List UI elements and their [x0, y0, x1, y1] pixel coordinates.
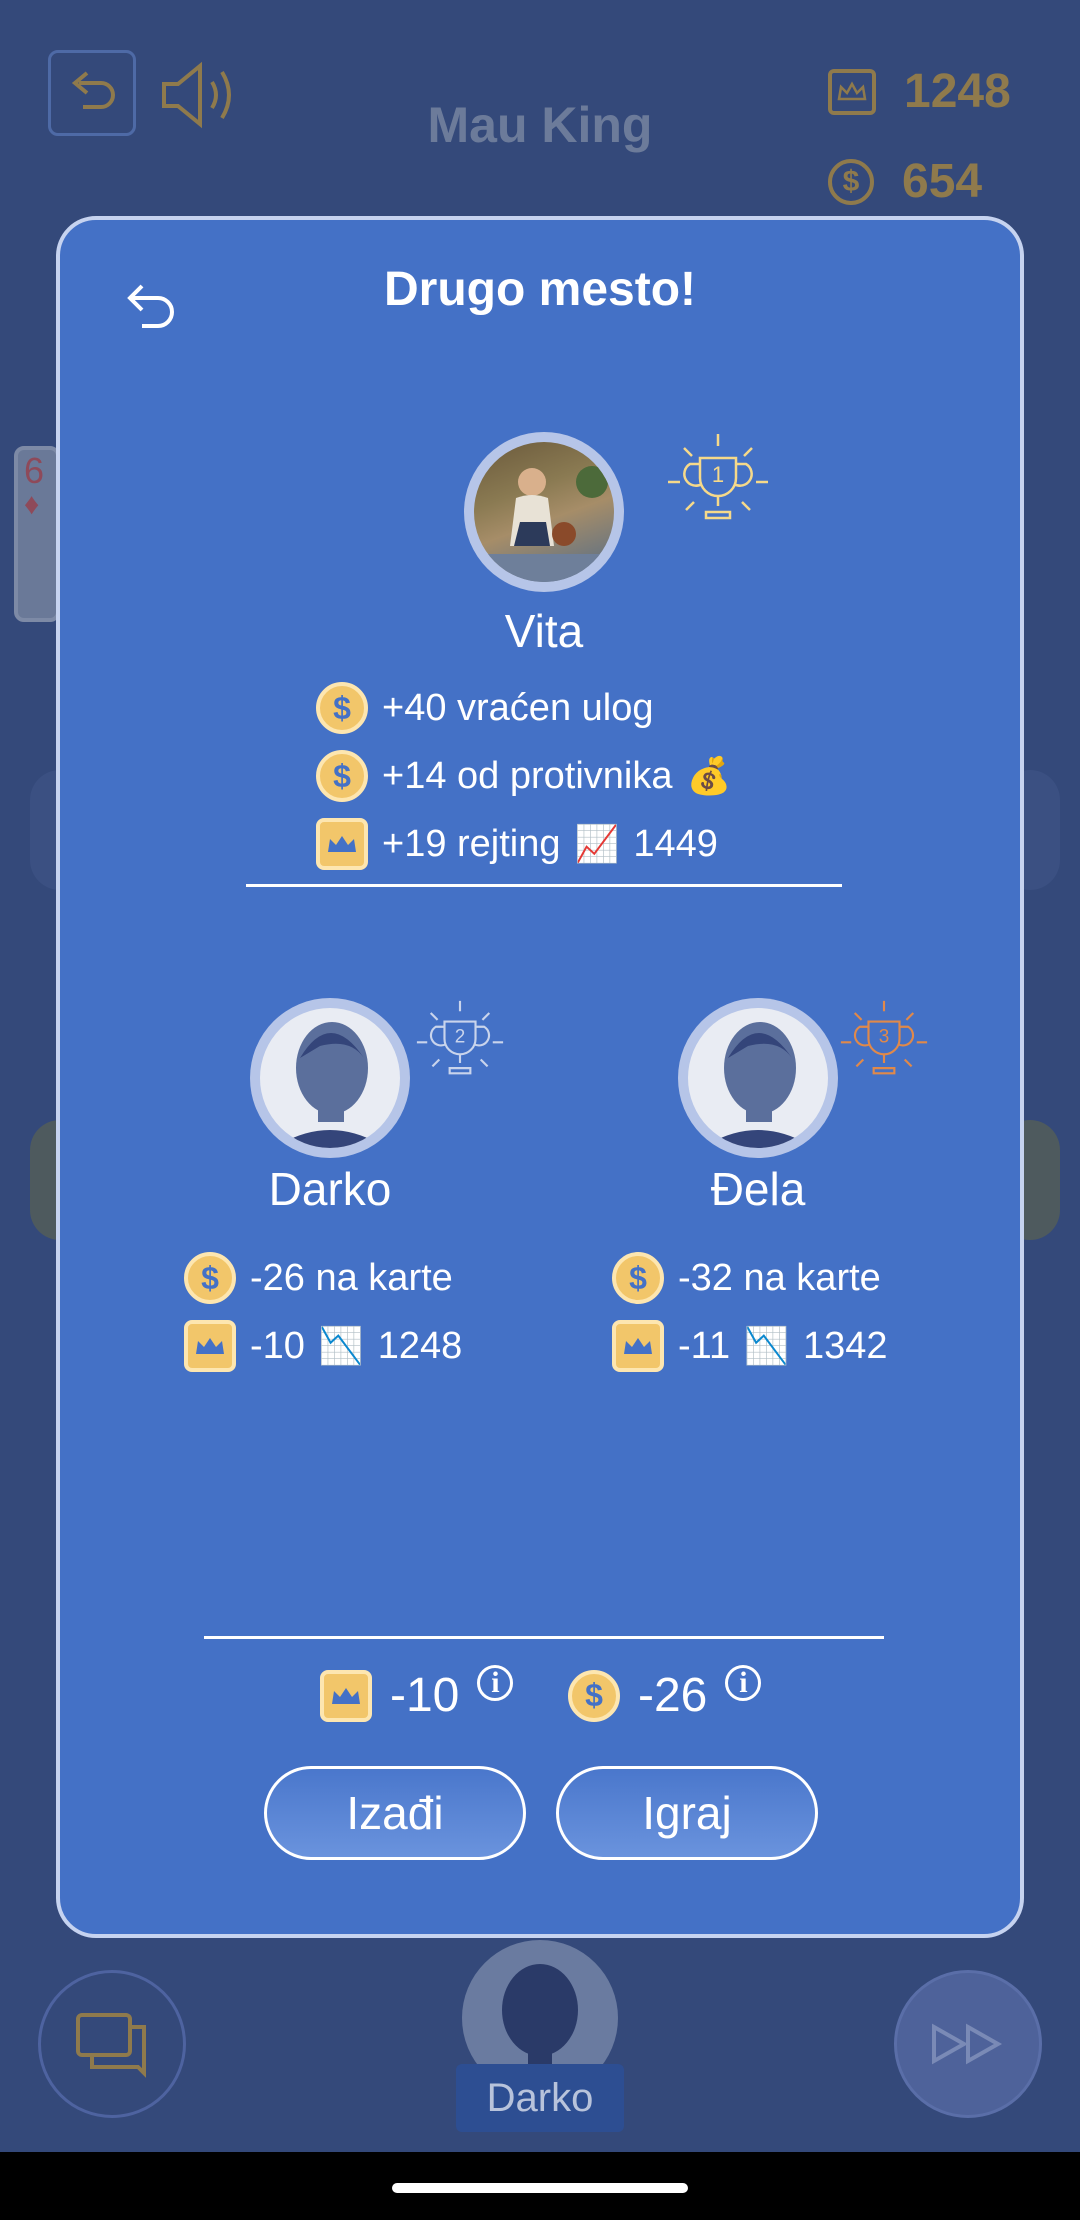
crown-icon: [612, 1320, 664, 1372]
second-place-rating-value: 1248: [377, 1324, 463, 1367]
rating-value: 1248: [904, 65, 1011, 118]
coin-icon: $: [568, 1669, 620, 1722]
trophy-first-number: 1: [712, 462, 724, 487]
card-suit: ♦: [24, 488, 40, 521]
money-bag-icon: 💰: [686, 755, 732, 796]
third-place-coins: $ -32 na karte: [612, 1252, 881, 1304]
coin-icon: $: [828, 158, 874, 205]
second-place-name: Darko: [268, 1163, 392, 1215]
coin-icon: $: [184, 1252, 236, 1304]
player-silhouette-icon: [274, 1022, 386, 1148]
winner-avatar: [464, 432, 624, 592]
winner-line-opponents: $ +14 od protivnika 💰: [316, 750, 731, 802]
second-place-rating-delta: -10: [250, 1324, 305, 1367]
winner-rating-value: 1449: [633, 822, 718, 865]
summary-divider: [204, 1636, 884, 1639]
winner-opponents-text: +14 od protivnika: [382, 754, 673, 797]
dialog-title: Drugo mesto!: [384, 263, 696, 316]
sound-icon[interactable]: [160, 58, 244, 132]
coins-display: $ 654: [828, 154, 982, 209]
crown-icon: [184, 1320, 236, 1372]
crown-icon: [316, 818, 368, 870]
second-place-avatar: [250, 998, 410, 1158]
my-player-name: Darko: [456, 2064, 624, 2132]
winner-rating-text: +19 rejting: [382, 822, 561, 865]
winner-line-stake: $ +40 vraćen ulog: [316, 682, 653, 734]
rating-info-icon[interactable]: i: [477, 1664, 514, 1701]
fast-forward-button[interactable]: [894, 1970, 1042, 2118]
undo-icon: [71, 71, 115, 109]
summary-rating: -10 i: [320, 1664, 514, 1723]
summary-rating-delta: -10: [390, 1669, 460, 1722]
crown-icon: [320, 1669, 372, 1722]
third-place-rating-value: 1342: [802, 1324, 888, 1367]
chart-increasing-icon: 📈: [574, 823, 620, 864]
trophy-second-number: 2: [455, 1026, 466, 1047]
coins-info-icon[interactable]: i: [725, 1664, 762, 1701]
summary-coins: $ -26 i: [568, 1664, 762, 1723]
card-rank: 6: [24, 450, 45, 491]
exit-button[interactable]: Izađi: [264, 1766, 526, 1860]
trophy-second-icon: 2: [416, 1000, 504, 1075]
third-place-rating-delta: -11: [678, 1324, 731, 1367]
winner-line-rating: +19 rejting 📈 1449: [316, 818, 718, 870]
winner-name: Vita: [504, 605, 584, 657]
chart-decreasing-icon: 📉: [318, 1325, 364, 1366]
third-place-coins-text: -32 na karte: [678, 1256, 881, 1299]
card-in-hand: 6 ♦: [14, 446, 60, 622]
third-place-name: Đela: [710, 1163, 806, 1215]
home-gesture-handle[interactable]: [392, 2183, 688, 2193]
rating-display: 1248: [828, 64, 1011, 119]
winner-photo: [474, 442, 614, 582]
chat-button[interactable]: [38, 1970, 186, 2118]
second-place-coins: $ -26 na karte: [184, 1252, 453, 1304]
chat-icon: [76, 2013, 146, 2078]
play-again-button[interactable]: Igraj: [556, 1766, 818, 1860]
fast-forward-icon: [932, 2023, 1003, 2065]
trophy-third-number: 3: [879, 1026, 890, 1047]
trophy-third-icon: 3: [840, 1000, 928, 1075]
second-place-rating: -10 📉 1248: [184, 1320, 462, 1372]
coin-icon: $: [612, 1252, 664, 1304]
third-place-rating: -11 📉 1342: [612, 1320, 887, 1372]
summary-coins-delta: -26: [638, 1669, 708, 1722]
app-title: Mau King: [427, 97, 653, 153]
results-dialog: Drugo mesto! 1 Vita $ +40 vraćen ulog $ …: [56, 216, 1024, 1938]
undo-button[interactable]: [48, 50, 136, 136]
winner-stake-text: +40 vraćen ulog: [382, 686, 654, 729]
coin-icon: $: [316, 750, 368, 802]
crown-icon: [828, 68, 876, 115]
trophy-first-icon: 1: [668, 434, 768, 520]
chart-decreasing-icon: 📉: [744, 1325, 789, 1366]
third-place-avatar: [678, 998, 838, 1158]
player-silhouette-icon: [702, 1022, 814, 1148]
winner-divider: [246, 884, 842, 887]
coin-icon: $: [316, 682, 368, 734]
second-place-coins-text: -26 na karte: [250, 1256, 453, 1299]
coins-value: 654: [902, 155, 983, 208]
